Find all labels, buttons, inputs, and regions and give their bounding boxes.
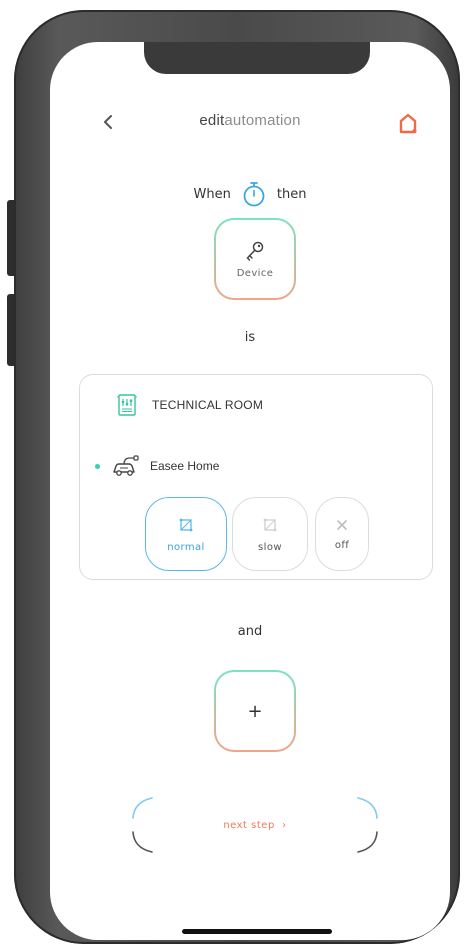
mode-off-label: off	[334, 539, 350, 551]
charger-label: Easee Home	[150, 459, 220, 473]
device-condition-panel: TECHNICAL ROOM Easee Home normal slow of…	[79, 374, 433, 580]
next-step-text: next step	[223, 819, 275, 831]
room-row: TECHNICAL ROOM	[116, 393, 263, 417]
mode-off-button[interactable]: off	[315, 497, 369, 571]
next-step-button[interactable]: next step ›	[130, 796, 380, 854]
switchboard-icon	[117, 394, 137, 416]
notch	[144, 42, 370, 74]
phone-screen: editautomation When then Device is TECHN…	[50, 42, 450, 940]
add-condition-button[interactable]: +	[214, 670, 296, 752]
device-trigger-card[interactable]: Device	[214, 218, 296, 300]
home-icon	[399, 113, 417, 134]
close-icon	[337, 519, 347, 530]
stopwatch-icon	[243, 182, 265, 207]
page-title: editautomation	[50, 112, 450, 129]
when-label: When	[193, 186, 231, 202]
mode-slow-label: slow	[258, 541, 282, 553]
mode-slow-button[interactable]: slow	[232, 497, 308, 571]
charging-icon	[179, 518, 193, 531]
and-label: and	[237, 624, 263, 639]
stage: editautomation When then Device is TECHN…	[0, 0, 468, 951]
ev-charger-icon	[113, 455, 139, 476]
is-label: is	[244, 330, 256, 345]
key-icon	[246, 241, 264, 261]
charging-slow-icon	[263, 518, 277, 531]
trigger-row: When then	[50, 180, 450, 208]
home-button[interactable]	[395, 110, 421, 136]
mode-normal-label: normal	[167, 541, 205, 553]
left-bracket-icon	[132, 797, 153, 853]
plus-label: +	[247, 700, 263, 722]
status-dot	[95, 463, 100, 469]
next-step-label: next step ›	[223, 820, 286, 831]
chevron-right-icon: ›	[282, 819, 287, 831]
then-label: then	[276, 186, 307, 202]
charger-row[interactable]: Easee Home	[95, 454, 219, 478]
device-label: Device	[236, 267, 274, 279]
mode-normal-button[interactable]: normal	[145, 497, 227, 571]
room-label: TECHNICAL ROOM	[152, 398, 264, 412]
home-indicator	[182, 929, 332, 934]
title-light: automation	[224, 112, 301, 129]
title-bold: edit	[199, 112, 225, 129]
right-bracket-icon	[357, 797, 378, 853]
phone-frame: editautomation When then Device is TECHN…	[14, 10, 460, 944]
